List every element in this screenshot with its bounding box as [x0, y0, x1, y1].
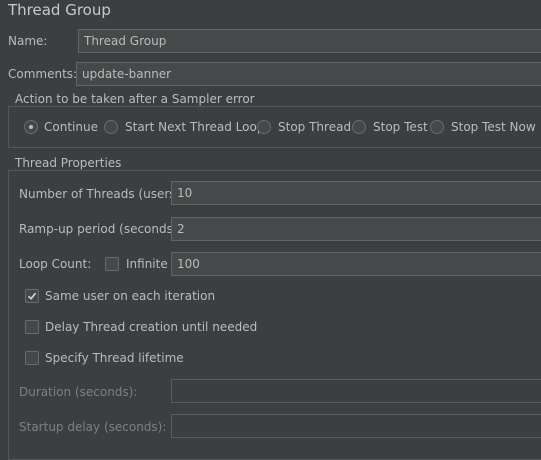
specify-lifetime-checkbox[interactable]: [25, 351, 39, 365]
rampup-label: Ramp-up period (seconds):: [19, 222, 182, 236]
radio-stop-thread-label[interactable]: Stop Thread: [278, 119, 351, 135]
same-user-checkbox[interactable]: [25, 289, 39, 303]
num-threads-input[interactable]: 10: [171, 181, 541, 205]
infinite-label[interactable]: Infinite: [126, 256, 168, 272]
radio-stop-thread[interactable]: [257, 120, 271, 134]
radio-stop-test-now[interactable]: [430, 120, 444, 134]
num-threads-label: Number of Threads (users):: [19, 187, 185, 201]
radio-stop-test-now-label[interactable]: Stop Test Now: [451, 119, 536, 135]
radio-stop-test-label[interactable]: Stop Test: [373, 119, 428, 135]
radio-start-next-thread-loop[interactable]: [104, 120, 118, 134]
delay-creation-label[interactable]: Delay Thread creation until needed: [45, 319, 257, 335]
loop-count-input[interactable]: 100: [171, 252, 541, 276]
specify-lifetime-label[interactable]: Specify Thread lifetime: [45, 350, 184, 366]
loop-count-label: Loop Count:: [19, 257, 92, 271]
duration-input[interactable]: [171, 379, 541, 403]
radio-stop-test[interactable]: [352, 120, 366, 134]
radio-continue-label[interactable]: Continue: [44, 119, 98, 135]
comments-input[interactable]: update-banner: [76, 62, 541, 86]
same-user-label[interactable]: Same user on each iteration: [45, 288, 215, 304]
rampup-input[interactable]: 2: [171, 217, 541, 241]
name-label: Name:: [8, 34, 48, 48]
radio-continue[interactable]: [24, 120, 38, 134]
duration-label: Duration (seconds):: [19, 385, 138, 399]
startup-delay-label: Startup delay (seconds):: [19, 420, 167, 434]
sampler-error-group-title: Action to be taken after a Sampler error: [12, 92, 258, 106]
startup-delay-input[interactable]: [171, 414, 541, 438]
radio-start-next-thread-loop-label[interactable]: Start Next Thread Loop: [125, 119, 264, 135]
thread-properties-group-title: Thread Properties: [12, 156, 125, 170]
delay-creation-checkbox[interactable]: [25, 320, 39, 334]
panel-title: Thread Group: [8, 1, 111, 19]
checkmark-icon: [27, 292, 37, 300]
infinite-checkbox[interactable]: [105, 257, 119, 271]
name-input[interactable]: Thread Group: [78, 29, 541, 53]
comments-label: Comments:: [8, 67, 78, 81]
